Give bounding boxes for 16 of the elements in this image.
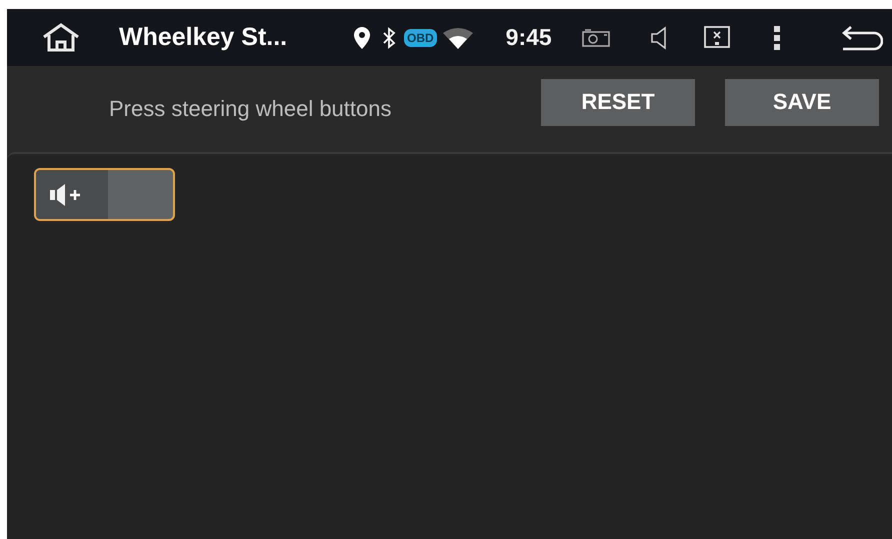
obd-badge: OBD: [404, 28, 437, 46]
bluetooth-icon: [382, 26, 396, 48]
camera-icon[interactable]: [582, 28, 610, 48]
home-icon[interactable]: [41, 22, 81, 54]
clock-time: 9:45: [506, 24, 552, 51]
app-title: Wheelkey St...: [119, 23, 288, 52]
more-icon[interactable]: [772, 26, 781, 50]
screen-off-icon[interactable]: [704, 26, 730, 50]
speaker-icon[interactable]: [650, 26, 668, 50]
location-pin-icon: [354, 26, 370, 48]
instruction-text: Press steering wheel buttons: [109, 96, 392, 122]
reset-button[interactable]: RESET: [541, 78, 695, 126]
save-button[interactable]: SAVE: [725, 78, 879, 126]
back-icon[interactable]: [840, 24, 883, 50]
steering-key-button[interactable]: [34, 168, 175, 221]
wifi-icon: [442, 26, 473, 48]
